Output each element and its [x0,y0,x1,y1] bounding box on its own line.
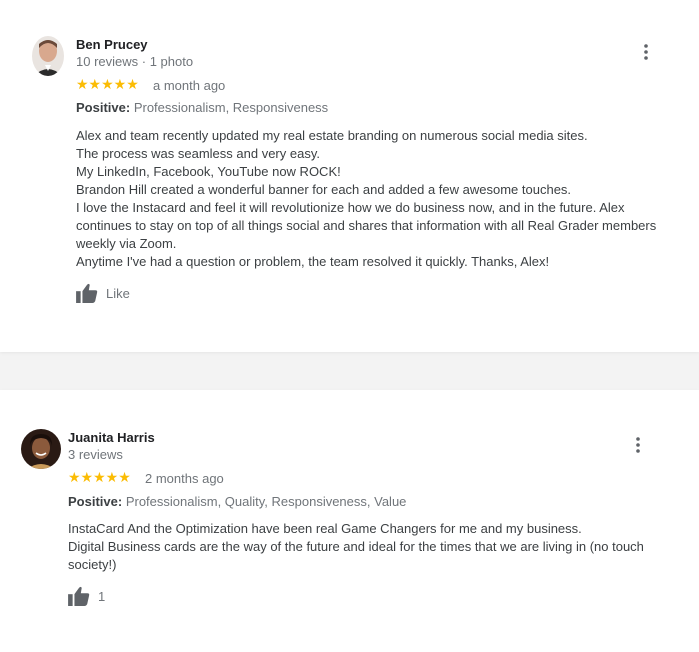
positive-attributes: Positive: Professionalism, Quality, Resp… [68,494,406,509]
more-vert-icon [644,44,648,60]
reviewer-meta[interactable]: 10 reviews · 1 photo [76,54,193,69]
avatar[interactable] [32,36,64,76]
thumbs-up-icon [76,283,98,303]
review-text: InstaCard And the Optimization have been… [68,521,644,572]
more-options-button[interactable] [628,435,648,455]
reviewer-name[interactable]: Ben Prucey [76,37,148,52]
more-options-button[interactable] [636,42,656,62]
reviewer-name[interactable]: Juanita Harris [68,430,155,445]
like-button[interactable]: 1 [68,586,105,606]
more-vert-icon [636,437,640,453]
positive-attributes: Positive: Professionalism, Responsivenes… [76,100,328,115]
review-text: Alex and team recently updated my real e… [76,128,657,269]
positive-values: Professionalism, Quality, Responsiveness… [125,494,407,509]
like-button[interactable]: Like [76,283,130,303]
avatar[interactable] [21,429,61,469]
positive-values: Professionalism, Responsiveness [133,100,329,115]
star-rating: ★★★★★ [68,469,131,485]
positive-label: Positive: [76,100,131,115]
review-date: a month ago [153,78,226,93]
like-label: Like [106,285,130,301]
review-date: 2 months ago [145,471,224,486]
positive-label: Positive: [68,494,123,509]
star-rating: ★★★★★ [76,76,139,92]
like-count: 1 [98,588,106,604]
thumbs-up-icon [68,586,90,606]
reviewer-meta[interactable]: 3 reviews [68,447,123,462]
